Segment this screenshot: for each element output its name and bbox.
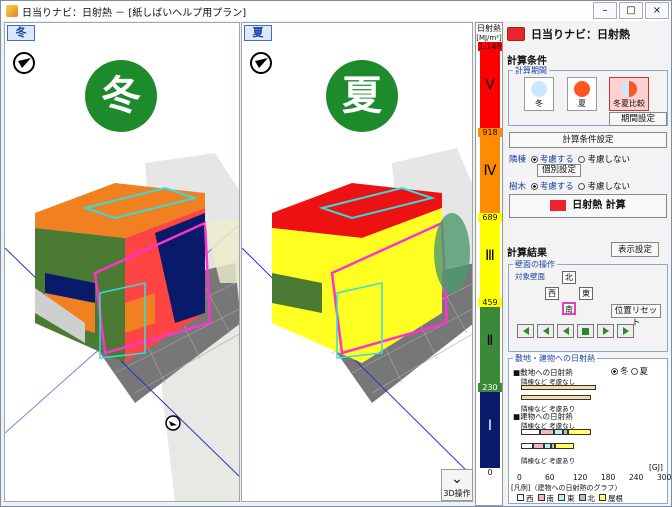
site-bar-1 <box>521 385 596 390</box>
unit-gj: [GJ] <box>649 463 663 472</box>
heat-scale: 日射熱 [MJ/m²] Ⅴ Ⅳ Ⅲ Ⅱ Ⅰ 1,148 918 689 459 … <box>475 22 503 506</box>
season-summer-button[interactable]: 夏 <box>567 77 597 111</box>
stack-segment <box>521 429 540 435</box>
nav-stop-button[interactable] <box>577 324 594 338</box>
dir-south-button[interactable]: 南 <box>562 302 576 315</box>
nav-prev-step-button[interactable] <box>557 324 574 338</box>
site-bar-2 <box>521 395 591 400</box>
axis-tick: 300 <box>657 473 672 482</box>
axis-tick: 0 <box>517 473 522 482</box>
individual-setting-button[interactable]: 個別設定 <box>537 164 581 177</box>
nav-first-button[interactable] <box>517 324 534 338</box>
season-radio-row: 冬夏 <box>609 365 648 377</box>
legend-item: 北 <box>575 493 595 504</box>
title-bar: 日当りナビ：日射熱 － [紙しばいヘルプ用プラン] – □ × <box>1 1 671 21</box>
legend-item: 南 <box>534 493 554 504</box>
compare-icon <box>621 81 637 97</box>
maximize-button[interactable]: □ <box>619 2 643 19</box>
legend-item: 屋根 <box>595 493 623 504</box>
stack-segment <box>521 443 533 449</box>
app-icon <box>6 5 18 17</box>
stack-segment <box>553 429 563 435</box>
season-winter-button[interactable]: 冬 <box>524 77 554 111</box>
period-setting-button[interactable]: 期間設定 <box>609 112 667 126</box>
calc-heat-button[interactable]: 日射熱 計算 <box>509 194 667 218</box>
stack-segment <box>544 443 552 449</box>
band-5: Ⅴ <box>480 47 500 133</box>
heat-chart-box: 敷地・建物への日射熱 冬夏 ■敷地への日射熱 隣棟など 考慮なし 隣棟など 考慮… <box>508 353 671 504</box>
winter-viewport[interactable]: 冬 冬 <box>4 22 240 502</box>
3d-operation-button[interactable]: ⌄ 3D操作 <box>441 469 473 501</box>
radio-summer[interactable] <box>630 368 638 375</box>
band-1: Ⅰ <box>480 388 500 473</box>
trees-not-consider-radio[interactable] <box>578 183 586 190</box>
season-compare-button[interactable]: 冬夏比較 <box>609 77 649 111</box>
band-4: Ⅳ <box>480 133 500 218</box>
display-setting-button[interactable]: 表示設定 <box>611 242 659 257</box>
nav-prev-button[interactable] <box>537 324 554 338</box>
snowman-icon <box>531 81 547 97</box>
dir-west-button[interactable]: 西 <box>545 287 559 300</box>
radio-winter[interactable] <box>611 368 618 375</box>
axis-tick: 240 <box>629 473 644 482</box>
app-window: 日当りナビ：日射熱 － [紙しばいヘルプ用プラン] – □ × 冬 冬 夏 夏 … <box>0 0 672 507</box>
neighbor-not-consider-radio[interactable] <box>578 156 586 163</box>
axis-tick: 60 <box>545 473 555 482</box>
calc-setting-button[interactable]: 計算条件設定 <box>509 132 667 148</box>
stack-segment <box>555 443 574 449</box>
results-title: 計算結果 <box>507 248 547 259</box>
sun-icon <box>574 81 590 97</box>
chevron-down-icon: ⌄ <box>451 471 463 487</box>
summer-badge: 夏 <box>326 60 398 132</box>
axis-tick: 120 <box>573 473 588 482</box>
winter-badge: 冬 <box>85 60 157 132</box>
summer-viewport[interactable]: 夏 夏 <box>241 22 473 502</box>
wall-ops-box: 壁面の操作 対象壁面 北 西 東 南 位置リセット <box>508 259 668 352</box>
chart-axis: 0 60 120 180 240 300 <box>517 473 671 483</box>
position-reset-button[interactable]: 位置リセット <box>611 304 661 328</box>
house-icon <box>507 27 525 41</box>
tick-1148: 1,148 <box>478 42 502 51</box>
house-icon <box>550 199 567 211</box>
stack-segment <box>532 443 545 449</box>
band-2: Ⅱ <box>480 303 500 388</box>
tick-689: 689 <box>478 213 502 222</box>
stack-segment <box>539 429 554 435</box>
axis-tick: 180 <box>601 473 616 482</box>
chart-legend: 西南東北屋根 <box>513 493 623 504</box>
minimize-button[interactable]: – <box>593 2 617 19</box>
scale-header: 日射熱 <box>477 24 501 33</box>
legend-item: 西 <box>513 493 534 504</box>
building-bar-1 <box>521 429 591 435</box>
tab-winter[interactable]: 冬 <box>7 25 35 41</box>
stack-segment <box>567 429 591 435</box>
building-bar-2 <box>521 443 574 449</box>
trees-consider-radio[interactable] <box>530 183 538 190</box>
nav-next-button[interactable] <box>617 324 634 338</box>
tick-0: 0 <box>478 468 502 477</box>
dir-north-button[interactable]: 北 <box>562 271 576 284</box>
tick-230: 230 <box>478 383 502 392</box>
control-panel: 日当りナビ：日射熱 計算条件 計算期間 冬 夏 冬夏比較 期間設定 計算条件設定… <box>505 22 671 506</box>
neighbor-consider-radio[interactable] <box>530 156 538 163</box>
legend-item: 東 <box>554 493 575 504</box>
nav-next-step-button[interactable] <box>597 324 614 338</box>
window-title: 日当りナビ：日射熱 － [紙しばいヘルプ用プラン] <box>22 7 247 19</box>
band-3: Ⅲ <box>480 218 500 303</box>
dir-east-button[interactable]: 東 <box>579 287 593 300</box>
tick-918: 918 <box>478 128 502 137</box>
tick-459: 459 <box>478 298 502 307</box>
panel-header: 日当りナビ：日射熱 <box>507 26 630 42</box>
tab-summer[interactable]: 夏 <box>244 25 272 41</box>
trees-radio-row: 樹木 考慮する 考慮しない <box>509 182 630 192</box>
close-button[interactable]: × <box>645 2 669 19</box>
